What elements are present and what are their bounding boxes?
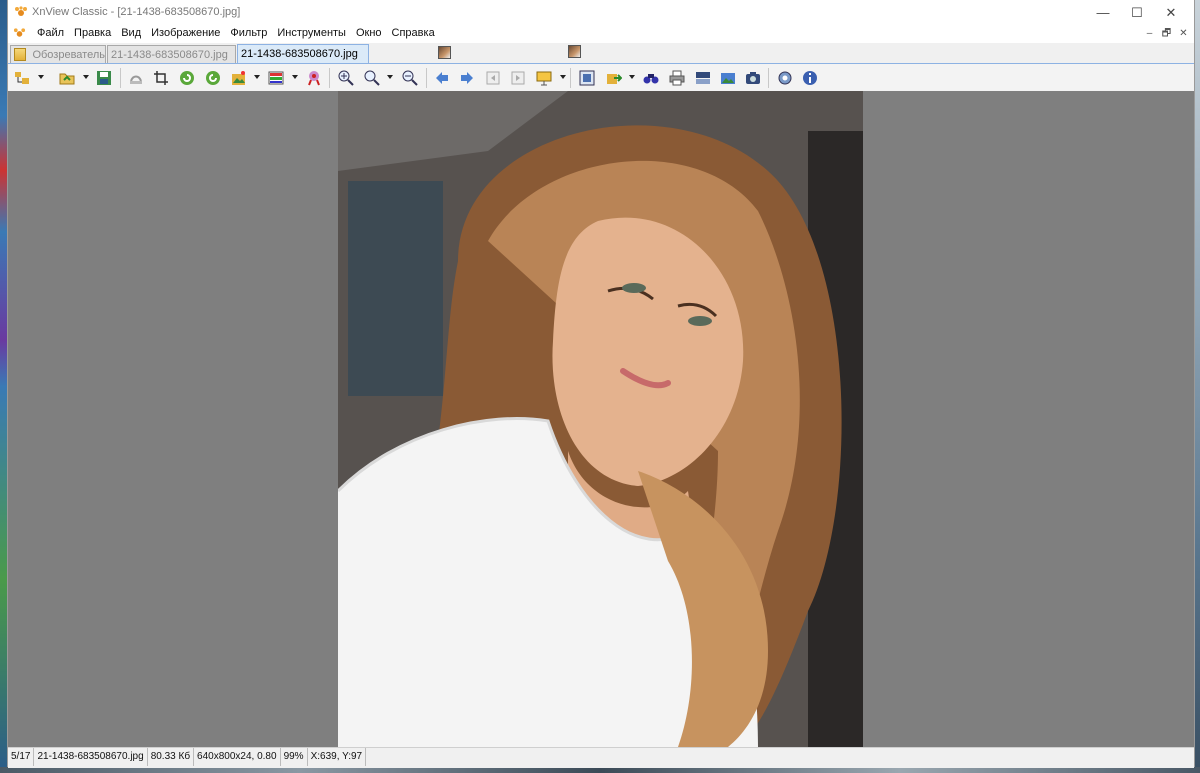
browser-button[interactable] bbox=[12, 68, 32, 88]
menu-bar: Файл Правка Вид Изображение Фильтр Инстр… bbox=[8, 25, 1194, 43]
mdi-close-button[interactable]: ✕ bbox=[1177, 27, 1190, 40]
last-page-button[interactable] bbox=[508, 68, 528, 88]
find-button[interactable] bbox=[641, 68, 661, 88]
menu-tools[interactable]: Инструменты bbox=[272, 27, 351, 39]
portrait-photo bbox=[338, 91, 863, 747]
zoom-in-button[interactable] bbox=[336, 68, 356, 88]
rotate-right-icon bbox=[206, 71, 220, 85]
zoom-icon bbox=[364, 70, 380, 86]
tab-label: 21-1438-683508670.jpg bbox=[241, 48, 358, 60]
tab-image-1[interactable]: 21-1438-683508670.jpg bbox=[107, 45, 451, 63]
scan-icon bbox=[696, 72, 710, 84]
menu-file[interactable]: Файл bbox=[32, 27, 69, 39]
tab-image-2[interactable]: 21-1438-683508670.jpg bbox=[237, 44, 581, 63]
next-button[interactable] bbox=[457, 68, 477, 88]
print-button[interactable] bbox=[667, 68, 687, 88]
previous-icon bbox=[436, 72, 448, 84]
slideshow-icon bbox=[536, 71, 552, 86]
tab-label: 21-1438-683508670.jpg bbox=[111, 48, 228, 61]
export-button[interactable] bbox=[604, 68, 624, 88]
rotate-right-button[interactable] bbox=[203, 68, 223, 88]
status-position: 5/17 bbox=[8, 748, 35, 766]
status-dimensions: 640x800x24, 0.80 bbox=[194, 748, 281, 766]
tab-browser[interactable]: Обозреватель bbox=[10, 45, 106, 63]
status-coords: X:639, Y:97 bbox=[308, 748, 367, 766]
undo-button[interactable] bbox=[126, 68, 146, 88]
menu-view[interactable]: Вид bbox=[116, 27, 146, 39]
capture-icon bbox=[721, 73, 735, 84]
red-eye-button[interactable] bbox=[304, 68, 324, 88]
image-viewer[interactable] bbox=[8, 91, 1194, 747]
fullscreen-icon bbox=[579, 70, 595, 86]
app-window: XnView Classic - [21-1438-683508670.jpg]… bbox=[7, 0, 1195, 768]
screenshot-button[interactable] bbox=[743, 68, 763, 88]
zoom-button[interactable] bbox=[362, 68, 382, 88]
adjust-button[interactable] bbox=[229, 68, 249, 88]
export-icon bbox=[607, 74, 622, 84]
red-eye-icon bbox=[308, 71, 320, 86]
window-title: XnView Classic - [21-1438-683508670.jpg] bbox=[32, 6, 241, 18]
capture-button[interactable] bbox=[718, 68, 738, 88]
rotate-left-button[interactable] bbox=[177, 68, 197, 88]
info-icon bbox=[803, 71, 817, 85]
browser-icon bbox=[15, 72, 29, 84]
screenshot-icon bbox=[746, 72, 760, 84]
xnview-logo-icon bbox=[15, 6, 27, 16]
menu-image[interactable]: Изображение bbox=[146, 27, 225, 39]
menu-edit[interactable]: Правка bbox=[69, 27, 116, 39]
photo-thumbnail-icon bbox=[438, 46, 451, 59]
print-icon bbox=[669, 70, 685, 86]
open-button[interactable] bbox=[57, 68, 77, 88]
close-button[interactable]: ✕ bbox=[1148, 0, 1194, 25]
info-button[interactable] bbox=[800, 68, 820, 88]
menu-window[interactable]: Окно bbox=[351, 27, 387, 39]
color-balance-button[interactable] bbox=[266, 68, 286, 88]
desktop-background-left bbox=[0, 0, 7, 773]
status-filename: 21-1438-683508670.jpg bbox=[34, 748, 148, 766]
scan-button[interactable] bbox=[693, 68, 713, 88]
document-system-menu-icon[interactable] bbox=[13, 27, 26, 40]
slideshow-button[interactable] bbox=[534, 68, 554, 88]
crop-button[interactable] bbox=[151, 68, 171, 88]
photo-thumbnail-icon bbox=[568, 45, 581, 58]
save-button[interactable] bbox=[94, 68, 114, 88]
previous-button[interactable] bbox=[432, 68, 452, 88]
toolbar bbox=[8, 64, 1194, 92]
menu-help[interactable]: Справка bbox=[387, 27, 440, 39]
open-folder-icon bbox=[59, 73, 75, 85]
mdi-minimize-button[interactable]: – bbox=[1143, 27, 1156, 40]
first-page-button[interactable] bbox=[483, 68, 503, 88]
next-icon bbox=[461, 72, 473, 84]
tab-bar: Обозреватель 21-1438-683508670.jpg 21-14… bbox=[8, 43, 1194, 64]
tab-label: Обозреватель bbox=[32, 48, 105, 61]
status-filesize: 80.33 Кб bbox=[148, 748, 195, 766]
fullscreen-button[interactable] bbox=[577, 68, 597, 88]
first-page-icon bbox=[486, 71, 500, 85]
folder-icon bbox=[14, 48, 27, 61]
rotate-left-icon bbox=[180, 71, 194, 85]
settings-button[interactable] bbox=[775, 68, 795, 88]
last-page-icon bbox=[511, 71, 525, 85]
status-bar: 5/17 21-1438-683508670.jpg 80.33 Кб 640x… bbox=[8, 747, 1194, 768]
displayed-photo bbox=[338, 91, 863, 747]
zoom-out-button[interactable] bbox=[400, 68, 420, 88]
status-zoom: 99% bbox=[281, 748, 308, 766]
undo-icon bbox=[130, 75, 142, 84]
find-icon bbox=[643, 74, 659, 84]
crop-icon bbox=[154, 71, 168, 85]
save-icon bbox=[97, 71, 111, 85]
title-bar[interactable]: XnView Classic - [21-1438-683508670.jpg]… bbox=[8, 0, 1194, 25]
mdi-restore-button[interactable]: 🗗 bbox=[1160, 27, 1173, 40]
gear-icon bbox=[778, 71, 792, 85]
zoom-in-icon bbox=[338, 70, 354, 86]
zoom-out-icon bbox=[402, 70, 418, 86]
color-balance-icon bbox=[268, 71, 284, 85]
menu-filter[interactable]: Фильтр bbox=[225, 27, 272, 39]
adjust-icon bbox=[232, 71, 245, 85]
